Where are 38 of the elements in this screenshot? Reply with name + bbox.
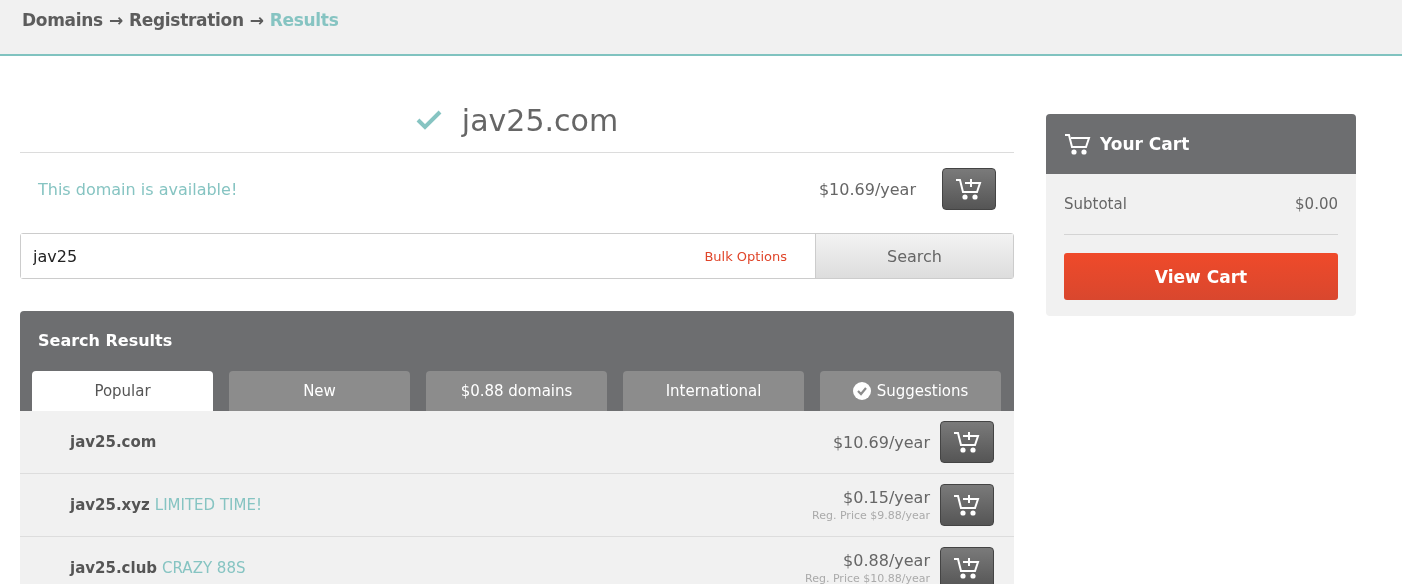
- tab[interactable]: $0.88 domains: [426, 371, 607, 411]
- check-circle-icon: [852, 382, 871, 400]
- promo-label: LIMITED TIME!: [154, 496, 262, 514]
- add-to-cart-button[interactable]: [940, 484, 994, 526]
- breadcrumb-arrow: →: [108, 10, 123, 30]
- cart-plus-icon: [953, 556, 981, 580]
- subtotal-label: Subtotal: [1064, 195, 1127, 213]
- tab[interactable]: Suggestions: [820, 371, 1001, 411]
- add-to-cart-button[interactable]: [942, 168, 996, 210]
- tab[interactable]: New: [229, 371, 410, 411]
- breadcrumb-link[interactable]: Registration: [128, 10, 244, 30]
- tab[interactable]: International: [623, 371, 804, 411]
- promo-label: CRAZY 88S: [162, 559, 246, 577]
- domain-price: $10.69/year: [818, 179, 916, 199]
- domain-title: jav25.com: [461, 102, 619, 138]
- regular-price: Reg. Price $9.88/year: [812, 509, 930, 522]
- tab[interactable]: Popular: [32, 371, 213, 411]
- price: $10.69/year: [832, 432, 930, 452]
- cart-plus-icon: [953, 493, 981, 517]
- domain-name: jav25.xyz: [70, 496, 150, 514]
- price: $0.88/year: [843, 551, 930, 570]
- view-cart-button[interactable]: View Cart: [1064, 253, 1338, 300]
- cart-plus-icon: [953, 430, 981, 454]
- domain-name: jav25.club: [70, 559, 158, 577]
- breadcrumb-arrow: →: [249, 10, 264, 30]
- regular-price: Reg. Price $10.88/year: [805, 572, 930, 584]
- price: $0.15/year: [843, 488, 930, 507]
- panel-title: Search Results: [38, 331, 173, 350]
- cart-icon: [1064, 132, 1092, 156]
- cart-plus-icon: [955, 177, 983, 201]
- availability-message: This domain is available!: [38, 179, 239, 199]
- subtotal-value: $0.00: [1295, 195, 1338, 213]
- add-to-cart-button[interactable]: [940, 421, 994, 463]
- breadcrumb-link[interactable]: Domains: [22, 10, 103, 30]
- cart-title: Your Cart: [1100, 134, 1190, 154]
- add-to-cart-button[interactable]: [940, 547, 994, 584]
- check-icon: [415, 109, 442, 131]
- domain-name: jav25.com: [70, 433, 157, 451]
